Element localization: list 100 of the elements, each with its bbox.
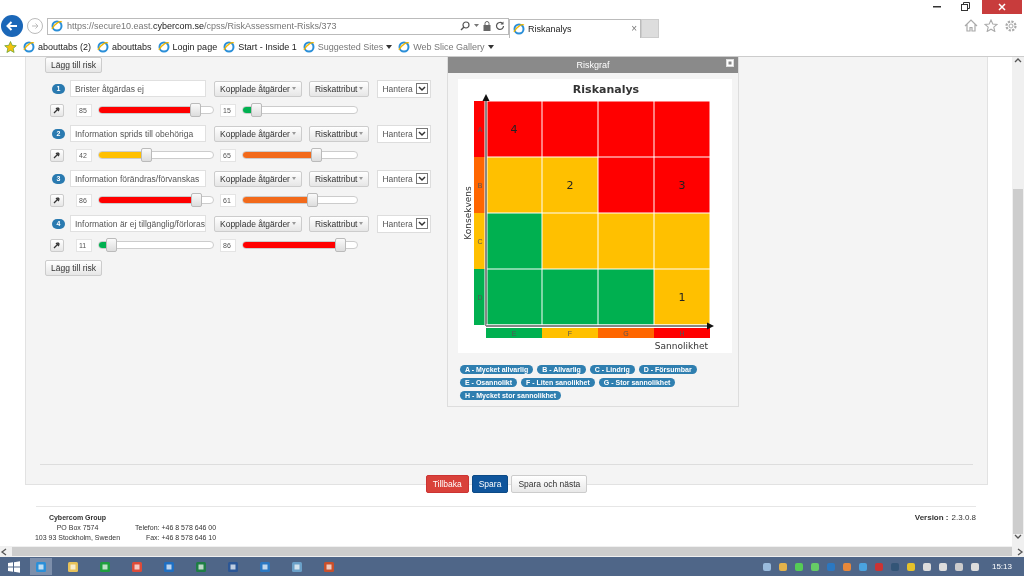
tray-icon[interactable] [761, 561, 772, 572]
risk-name-field[interactable]: Information sprids till obehöriga [70, 125, 206, 142]
slider-thumb[interactable] [311, 148, 323, 162]
address-bar[interactable]: https://secure10.east.cybercom.se/cpss/RiskAssessment-Risks/373 [47, 17, 509, 35]
search-icon[interactable] [460, 21, 470, 32]
caret-icon [359, 222, 364, 225]
app-icon[interactable] [195, 560, 207, 573]
tray-icon[interactable] [777, 561, 788, 572]
app-icon[interactable] [99, 560, 111, 573]
favorite-link[interactable]: Web Slice Gallery [398, 40, 494, 53]
refresh-icon[interactable] [495, 21, 505, 32]
new-tab-button[interactable] [641, 18, 659, 38]
risk-name-field[interactable]: Brister åtgärdas ej [70, 80, 206, 97]
restore-icon [960, 2, 970, 11]
home-icon[interactable] [964, 19, 978, 33]
expand-icon[interactable] [726, 59, 734, 67]
pin-button[interactable] [50, 238, 64, 252]
tray-icon[interactable] [921, 561, 932, 572]
tray-icon[interactable] [905, 561, 916, 572]
scrollbar-thumb[interactable] [1013, 189, 1023, 534]
back-button[interactable]: Tillbaka [425, 475, 469, 493]
slider[interactable] [98, 151, 214, 159]
save-button[interactable]: Spara [471, 475, 509, 493]
favorite-link[interactable]: abouttabs [97, 40, 152, 53]
slider-thumb[interactable] [189, 103, 201, 117]
risk-name-field[interactable]: Information förändras/förvanskas [70, 170, 206, 187]
app-icon[interactable] [35, 560, 47, 573]
action-select[interactable]: Hantera [377, 169, 432, 188]
back-button[interactable] [1, 15, 23, 38]
tray-icon[interactable] [809, 561, 820, 572]
favorites-star-icon[interactable] [4, 40, 17, 53]
scrollbar-thumb[interactable] [12, 547, 1012, 556]
caret-icon [359, 132, 364, 135]
linked-actions-dropdown[interactable]: Kopplade åtgärder [214, 80, 302, 97]
vertical-scrollbar[interactable] [1012, 57, 1024, 546]
slider[interactable] [242, 196, 358, 204]
slider-thumb[interactable] [306, 193, 318, 207]
app-icon[interactable] [291, 560, 303, 573]
chevron-icon [418, 85, 427, 92]
browser-tab[interactable]: Riskanalys × [509, 18, 641, 38]
arrow-icon [6, 21, 18, 32]
risk-attribute-dropdown[interactable]: Riskattribut [308, 80, 370, 97]
favorite-link[interactable]: Login page [157, 40, 218, 53]
caret-icon[interactable] [474, 24, 479, 29]
windows-logo-icon[interactable] [8, 560, 20, 573]
slider[interactable] [98, 106, 214, 114]
favorite-link[interactable]: Suggested Sites [302, 40, 393, 53]
linked-actions-dropdown[interactable]: Kopplade åtgärder [214, 215, 302, 232]
matrix-cell: 2 [542, 157, 598, 213]
tab-title: Riskanalys [528, 23, 573, 34]
app-icon[interactable] [227, 560, 239, 573]
star-icon[interactable] [984, 19, 998, 33]
url-text: https://secure10.east.cybercom.se/cpss/RiskAssessment-Risks/373 [67, 21, 338, 32]
linked-actions-dropdown[interactable]: Kopplade åtgärder [214, 170, 302, 187]
forward-button[interactable] [27, 18, 43, 35]
slider-thumb[interactable] [140, 148, 152, 162]
page-icon [23, 40, 35, 53]
tray-icon[interactable] [953, 561, 964, 572]
add-risk-button[interactable]: Lägg till risk [45, 260, 102, 276]
slider[interactable] [98, 196, 214, 204]
app-icon[interactable] [323, 560, 335, 573]
slider[interactable] [98, 241, 214, 249]
pin-button[interactable] [50, 103, 64, 117]
risk-attribute-dropdown[interactable]: Riskattribut [308, 125, 370, 142]
slider-thumb[interactable] [105, 238, 117, 252]
action-select[interactable]: Hantera [377, 124, 432, 143]
slider[interactable] [242, 241, 358, 249]
tray-icon[interactable] [857, 561, 868, 572]
matrix-cell: 3 [654, 157, 710, 213]
scroll-up-icon [1014, 57, 1022, 63]
app-icon[interactable] [163, 560, 175, 573]
tray-icon[interactable] [969, 561, 980, 572]
close-button[interactable] [982, 0, 1022, 14]
favorite-link[interactable]: Start - Inside 1 [223, 40, 297, 53]
action-select[interactable]: Hantera [377, 79, 432, 98]
risk-name-field[interactable]: Information är ej tillgänglig/förloras [70, 215, 206, 232]
save-button[interactable]: Spara och nästa [511, 475, 588, 493]
tab-close-button[interactable]: × [631, 23, 637, 35]
risk-attribute-dropdown[interactable]: Riskattribut [308, 170, 370, 187]
app-icon[interactable] [67, 560, 79, 573]
settings-icon[interactable] [1004, 19, 1018, 34]
linked-actions-dropdown[interactable]: Kopplade åtgärder [214, 125, 302, 142]
slider[interactable] [242, 106, 358, 114]
slider-thumb[interactable] [250, 103, 262, 117]
pin-button[interactable] [50, 193, 64, 207]
tray-icon[interactable] [937, 561, 948, 572]
tray-icon[interactable] [793, 561, 804, 572]
add-risk-button[interactable]: Lägg till risk [45, 57, 102, 73]
slider-thumb[interactable] [335, 238, 347, 252]
chevron-icon [418, 220, 427, 227]
favorite-link[interactable]: abouttabs (2) [23, 40, 92, 53]
app-icon[interactable] [131, 560, 143, 573]
pin-button[interactable] [50, 148, 64, 162]
slider-thumb[interactable] [191, 193, 203, 207]
slider[interactable] [242, 151, 358, 159]
horizontal-scrollbar[interactable] [0, 546, 1024, 557]
tray-icon[interactable] [841, 561, 852, 572]
action-select[interactable]: Hantera [377, 214, 432, 233]
app-icon[interactable] [259, 560, 271, 573]
risk-attribute-dropdown[interactable]: Riskattribut [308, 215, 370, 232]
